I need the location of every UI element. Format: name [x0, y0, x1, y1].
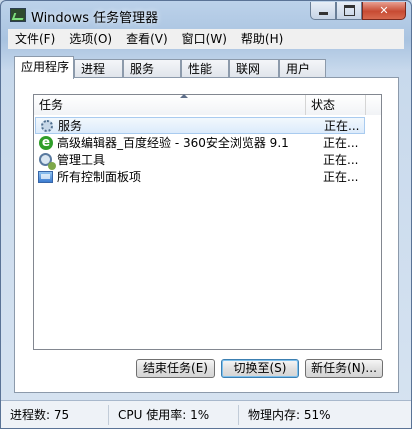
menu-window[interactable]: 窗口(W) [175, 29, 234, 49]
physical-memory: 物理内存: 51% [248, 408, 331, 422]
tab-networking[interactable]: 联网 [229, 59, 279, 78]
maximize-icon [343, 5, 355, 16]
tab-applications[interactable]: 应用程序 [14, 56, 74, 79]
menu-options[interactable]: 选项(O) [62, 29, 119, 49]
admin-tools-icon [38, 152, 56, 170]
maximize-button[interactable] [336, 2, 362, 20]
menu-bar: 文件(F) 选项(O) 查看(V) 窗口(W) 帮助(H) [8, 29, 404, 49]
caption-buttons: ✕ [310, 2, 406, 21]
task-name: 服务 [58, 119, 83, 133]
task-name: 管理工具 [57, 153, 106, 167]
browser-e-icon: e [38, 135, 54, 151]
task-row[interactable]: 服务 正在... [35, 117, 365, 134]
list-header: 任务 状态 [34, 94, 381, 115]
task-status: 正在... [323, 136, 359, 150]
task-row[interactable]: 管理工具 正在... [35, 151, 365, 170]
column-task-label: 任务 [39, 98, 64, 112]
end-task-button[interactable]: 结束任务(E) [136, 359, 215, 378]
tab-performance[interactable]: 性能 [181, 59, 229, 78]
switch-to-button[interactable]: 切换至(S) [221, 359, 299, 378]
title-bar[interactable]: Windows 任务管理器 ✕ [1, 1, 411, 29]
task-manager-app-icon [10, 8, 26, 22]
close-icon: ✕ [379, 4, 389, 17]
task-name: 高级编辑器_百度经验 - 360安全浏览器 9.1 [57, 136, 289, 150]
tab-users[interactable]: 用户 [279, 59, 326, 78]
window-title: Windows 任务管理器 [31, 11, 159, 26]
task-list[interactable]: 任务 状态 服务 正在... e 高级编辑器_百度经验 - 360安全浏览器 9… [33, 94, 382, 350]
close-button[interactable]: ✕ [362, 2, 406, 20]
new-task-button[interactable]: 新任务(N)... [305, 359, 383, 378]
column-header-status[interactable]: 状态 [306, 95, 366, 115]
task-row[interactable]: e 高级编辑器_百度经验 - 360安全浏览器 9.1 正在... [35, 134, 365, 151]
minimize-button[interactable] [310, 2, 336, 20]
process-count: 进程数: 75 [1, 405, 109, 425]
task-name: 所有控制面板项 [57, 170, 142, 184]
column-header-task[interactable]: 任务 [34, 94, 306, 115]
gear-icon [39, 118, 55, 134]
tab-services[interactable]: 服务 [123, 59, 181, 78]
control-panel-icon [38, 169, 54, 185]
cpu-usage: CPU 使用率: 1% [109, 405, 239, 425]
task-manager-window: Windows 任务管理器 ✕ 文件(F) 选项(O) 查看(V) 窗口(W) … [0, 0, 412, 429]
tab-processes[interactable]: 进程 [74, 59, 123, 78]
applications-panel: 任务 状态 服务 正在... e 高级编辑器_百度经验 - 360安全浏览器 9… [14, 77, 399, 393]
task-status: 正在... [323, 170, 359, 184]
status-bar: 进程数: 75 CPU 使用率: 1% 物理内存: 51% [1, 400, 411, 428]
column-status-label: 状态 [311, 98, 336, 112]
menu-file[interactable]: 文件(F) [8, 29, 62, 49]
task-row[interactable]: 所有控制面板项 正在... [35, 168, 365, 185]
task-status: 正在... [323, 153, 359, 167]
tab-strip: 应用程序 进程 服务 性能 联网 用户 [14, 56, 399, 79]
sort-ascending-icon [180, 94, 188, 98]
task-status: 正在... [324, 119, 360, 133]
menu-view[interactable]: 查看(V) [119, 29, 175, 49]
column-header-filler [366, 95, 381, 115]
minimize-icon [318, 12, 328, 15]
menu-help[interactable]: 帮助(H) [234, 29, 290, 49]
